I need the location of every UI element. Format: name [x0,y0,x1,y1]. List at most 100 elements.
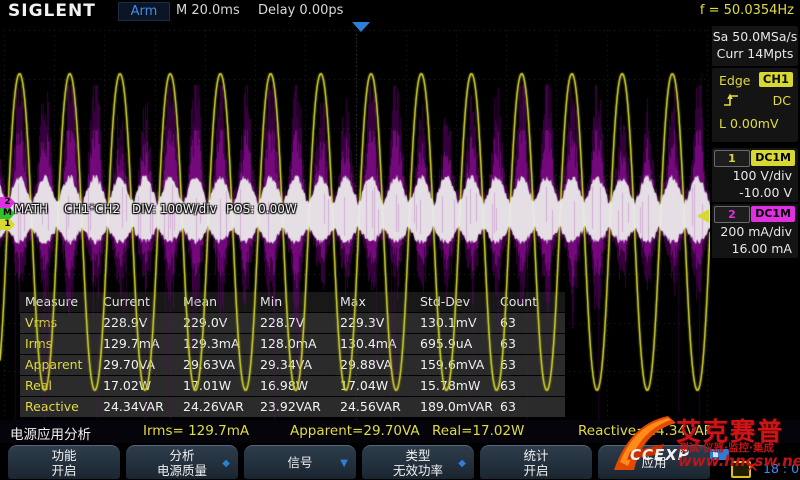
measure-row-label: Vrms [25,313,57,333]
measure-col-header: Max [340,292,366,312]
signal-button[interactable]: 信号 ▼ [244,445,356,479]
ch1-ground-marker[interactable]: 1 [0,219,15,230]
math-scale: DIV: 100W/div [132,202,217,216]
analysis-button[interactable]: 分析 电源质量 ◆ [126,445,238,479]
measure-value: 63 [500,334,516,354]
channel1-badge[interactable]: 1 [714,150,750,167]
measure-row-label: Apparent [25,355,82,375]
channel2-badge[interactable]: 2 [714,206,750,223]
rising-edge-icon [722,92,740,111]
measure-table-header: MeasureCurrentMeanMinMaxStd-DevCount [20,292,565,312]
function-button[interactable]: 功能 开启 [8,445,120,479]
button-label: 应用 [641,455,666,470]
measure-value: 229.3V [340,313,384,333]
measure-value: 17.01W [183,376,231,396]
trigger-level-readout: L 0.00mV [719,116,779,131]
clock: 18 : 05 [763,461,800,476]
measure-value: 17.04W [340,376,388,396]
timebase-readout[interactable]: M 20.0ms [176,3,240,18]
frequency-counter: f = 50.0354Hz [700,3,794,18]
table-row: Irms 129.7mA 129.3mA 128.0mA 130.4mA 695.9uA 6… [20,334,565,354]
usb-icon [710,449,729,460]
button-value: 无效功率 [393,463,443,478]
memory-depth: Curr 14Mpts [712,45,798,62]
measure-value: 24.34VAR [103,397,164,417]
measure-value: 15.78mW [420,376,480,396]
sample-rate: Sa 50.0MSa/s [712,28,798,45]
button-label: 功能 [51,448,76,463]
measure-value: 695.9uA [420,334,472,354]
measure-value: 29.34VA [260,355,312,375]
delay-readout[interactable]: Delay 0.00ps [258,3,343,18]
measure-value: 63 [500,376,516,396]
measure-col-header: Current [103,292,150,312]
acquisition-info-panel: Sa 50.0MSa/s Curr 14Mpts [712,26,798,66]
trigger-source-badge: CH1 [759,72,793,87]
menu-down-arrow-icon: ▼ [340,456,348,471]
status-bar: 电源应用分析 Irms= 129.7mA Apparent=29.70VA Re… [0,420,800,443]
measure-col-header: Measure [25,292,78,312]
measure-value: 130.1mV [420,313,477,333]
apply-button[interactable]: 应用 [598,445,710,479]
table-row: Reactive24.34VAR24.26VAR23.92VAR24.56VAR… [20,397,565,417]
measure-value: 23.92VAR [260,397,321,417]
math-label: MATH [14,202,48,216]
statistics-button[interactable]: 统计 开启 [480,445,592,479]
measure-value: 63 [500,397,516,417]
status-reactive: Reactive=24.34VAR [578,423,713,439]
measure-col-header: Std-Dev [420,292,470,312]
status-irms: Irms= 129.7mA [143,423,249,439]
button-label: 统计 [523,448,548,463]
button-label: 类型 [405,448,430,463]
type-button[interactable]: 类型 无效功率 ◆ [362,445,474,479]
table-row: Apparent29.70VA29.63VA29.34VA29.88VA159.… [20,355,565,375]
measure-row-label: Real [25,376,52,396]
measure-value: 63 [500,355,516,375]
channel1-offset: -10.00 V [739,185,792,200]
channel2-scale: 200 mA/div [720,224,792,239]
channel1-panel[interactable]: 1 DC1M 100 V/div -10.00 V [712,148,798,202]
trigger-coupling: DC [773,93,791,108]
measurement-table: MeasureCurrentMeanMinMaxStd-DevCountVrms… [20,292,565,419]
measure-value: 228.7V [260,313,304,333]
analysis-title: 电源应用分析 [10,423,91,443]
math-expression: CH1*CH2 [64,202,120,216]
trigger-mode: Edge [719,73,750,88]
printer-error-icon: ✕ [746,458,759,476]
measure-value: 29.88VA [340,355,392,375]
measure-row-label: Reactive [25,397,79,417]
measure-value: 228.9V [103,313,147,333]
button-label: 信号 [287,455,312,470]
measure-value: 17.02W [103,376,151,396]
siglent-logo: SIGLENT [8,1,96,21]
measure-value: 16.98W [260,376,308,396]
channel1-scale: 100 V/div [733,168,792,183]
trigger-position-icon[interactable] [352,22,370,32]
measure-value: 229.0V [183,313,227,333]
channel2-panel[interactable]: 2 DC1M 200 mA/div 16.00 mA [712,204,798,258]
ch2-ground-marker[interactable]: 2 [0,197,15,208]
measure-col-header: Min [260,292,282,312]
menu-diamond-icon: ◆ [222,456,230,471]
softkey-menu: 功能 开启 分析 电源质量 ◆ 信号 ▼ 类型 无效功率 ◆ 统计 开启 应用 [0,444,800,480]
trigger-level-icon[interactable] [697,209,709,223]
measure-value: 128.0mA [260,334,317,354]
math-position: POS: 0.00W [226,202,297,216]
table-row: Vrms228.9V229.0V228.7V229.3V130.1mV63 [20,313,565,333]
measure-row-label: Irms [25,334,52,354]
measure-value: 159.6mVA [420,355,484,375]
math-ground-marker[interactable]: M [0,208,15,219]
measure-value: 129.7mA [103,334,160,354]
trigger-panel[interactable]: Edge CH1 DC L 0.00mV [712,68,798,142]
measure-value: 130.4mA [340,334,397,354]
status-apparent: Apparent=29.70VA [290,423,420,439]
measure-value: 129.3mA [183,334,240,354]
channel1-coupling-badge: DC1M [751,150,795,166]
acquisition-status-badge[interactable]: Arm [118,2,170,21]
status-real: Real=17.02W [432,423,524,439]
measure-value: 24.56VAR [340,397,401,417]
menu-diamond-icon: ◆ [458,456,466,471]
table-row: Real 17.02W 17.01W 16.98W 17.04W 15.78mW 63 [20,376,565,396]
button-label: 分析 [169,448,194,463]
measure-value: 29.63VA [183,355,235,375]
